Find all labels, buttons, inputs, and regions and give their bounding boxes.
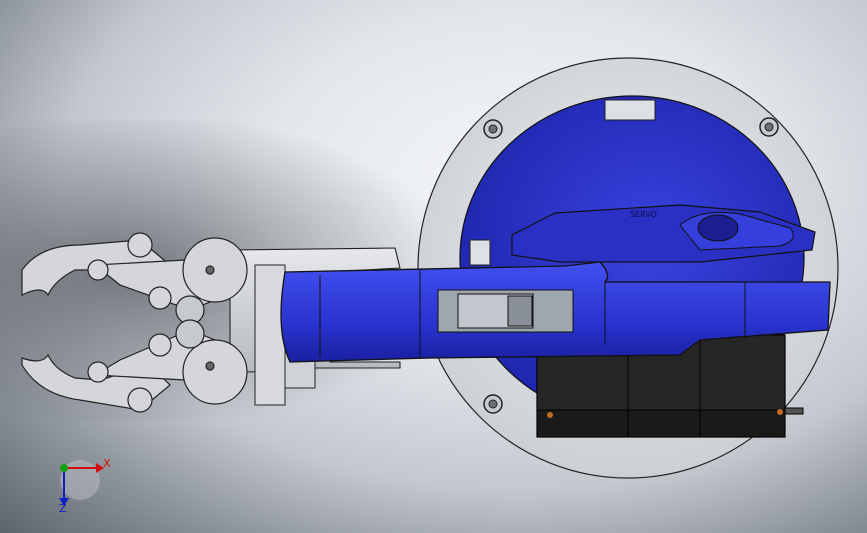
servo-label: SERVO [630, 210, 657, 219]
z-axis-label: Z [59, 502, 67, 515]
coordinate-triad [59, 460, 104, 506]
gripper [21, 232, 248, 413]
robot-arm-model[interactable]: SERVO [0, 0, 867, 533]
origin-dot [60, 464, 68, 472]
x-axis-label: X [103, 457, 111, 470]
cad-viewport[interactable]: SERVO X Z [0, 0, 867, 533]
